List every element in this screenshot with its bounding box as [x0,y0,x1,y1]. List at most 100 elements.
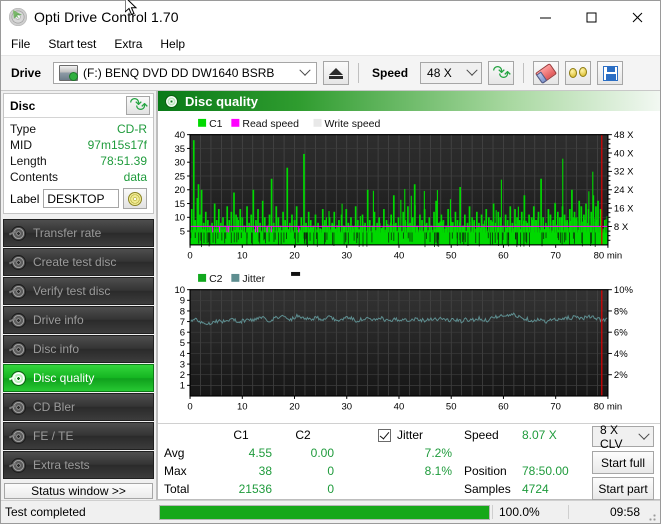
stats-max-c1: 38 [258,464,272,478]
disc-type-value: CD-R [117,122,147,136]
glasses-icon [569,67,588,79]
disc-row-type: Type CD-R [10,121,147,137]
sidebar-item-disc-info[interactable]: Disc info [3,335,154,363]
svg-text:4%: 4% [614,348,628,359]
statistics-panel: C1 C2 Avg 4.55 0.00 Max 38 0 Total 21536… [158,423,660,500]
sidebar: Disc ↷ ↷ Type CD-R MID 97m15s17f Length … [1,91,157,500]
chevron-down-icon [635,427,653,447]
c1-chart[interactable]: C1 Read speed Write speed 5 10 15 20 25 30 35 40 8 … [160,113,656,270]
svg-text:0: 0 [187,250,192,261]
samples-label: Samples [464,482,511,496]
svg-text:7: 7 [180,316,185,327]
jitter-checkbox[interactable] [378,428,391,442]
sidebar-item-verify-test-disc[interactable]: Verify test disc [3,277,154,305]
svg-text:50: 50 [446,401,457,412]
write-strategy-value: 8 X CLV [600,422,623,451]
disc-label-input[interactable]: DESKTOP [43,189,119,208]
svg-text:6: 6 [180,327,185,338]
speed-select[interactable]: 48 X [420,62,483,84]
svg-text:70: 70 [550,250,561,261]
menu-start-test[interactable]: Start test [48,35,105,53]
sidebar-item-cd-bler[interactable]: CD Bler [3,393,154,421]
maximize-button[interactable] [568,1,614,33]
sidebar-item-label: Drive info [33,313,84,327]
sidebar-item-transfer-rate[interactable]: Transfer rate [3,219,154,247]
scan-controls: 8 X CLV Start full Start part [592,423,660,500]
stats-total-c1: 21536 [238,482,272,496]
minimize-button[interactable] [522,1,568,33]
close-button[interactable] [614,1,660,33]
sidebar-item-drive-info[interactable]: Drive info [3,306,154,334]
status-window-button[interactable]: Status window >> [4,483,153,499]
jitter-label: Jitter [397,428,424,442]
menu-help[interactable]: Help [160,35,194,53]
stats-row-total: Total 21536 0 [164,480,370,498]
stats-header-row: C1 C2 [164,426,370,444]
svg-text:5: 5 [180,226,185,237]
disc-type-label: Type [10,122,37,136]
disc-label-row: Label DESKTOP [10,188,147,209]
svg-text:40: 40 [174,129,185,140]
c2-jitter-chart[interactable]: C2 Jitter 1 2 3 4 5 6 7 8 9 10 2% 4% 6% 8% 10% 0 10 20 30 40 5… [160,270,656,423]
progress-fill [160,505,489,519]
stats-col-c2: C2 [295,428,311,442]
panel-title: Disc quality [185,93,258,109]
svg-text:40: 40 [394,401,405,412]
svg-text:5: 5 [180,338,185,349]
disc-icon [11,428,26,444]
jitter-checkbox-row[interactable]: Jitter [370,426,458,444]
disc-row-mid: MID 97m15s17f [10,137,147,153]
start-part-button[interactable]: Start part [592,477,654,500]
sidebar-item-label: Create test disc [33,255,117,269]
disc-panel-header: Disc ↷ ↷ [4,94,153,118]
sidebar-item-label: Extra tests [33,458,90,472]
sidebar-item-create-test-disc[interactable]: Create test disc [3,248,154,276]
save-button[interactable] [597,61,624,85]
svg-text:35: 35 [174,143,185,154]
speed-select-value: 48 X [427,66,452,80]
resize-grip[interactable] [646,501,660,523]
svg-text:60: 60 [498,401,509,412]
write-strategy-select[interactable]: 8 X CLV [592,423,654,451]
svg-text:48 X: 48 X [614,129,634,140]
svg-text:15: 15 [174,198,185,209]
disc-icon [11,225,26,241]
disc-length-label: Length [10,154,47,168]
erase-button[interactable] [533,61,560,85]
drive-select[interactable]: (F:) BENQ DVD DD DW1640 BSRB [53,62,318,84]
svg-text:8%: 8% [614,306,628,317]
sidebar-item-label: CD Bler [33,400,76,414]
svg-text:10: 10 [237,401,248,412]
sidebar-item-extra-tests[interactable]: Extra tests [3,451,154,479]
jitter-avg-value: 7.2% [424,446,452,460]
svg-text:Write speed: Write speed [325,119,381,130]
status-message: Test completed [5,505,86,519]
disc-contents-label: Contents [10,170,59,184]
sidebar-item-disc-quality[interactable]: Disc quality [3,364,154,392]
eject-button[interactable] [323,61,350,85]
disc-label-button[interactable] [123,188,147,209]
menu-extra[interactable]: Extra [114,35,151,53]
progress-bar [159,504,490,520]
sidebar-item-label: Disc quality [33,371,95,385]
jitter-total-value [370,480,458,498]
speed-value: 8.07 X [522,428,557,442]
sidebar-item-label: FE / TE [33,429,74,443]
scan-button[interactable] [565,61,592,85]
sidebar-item-fe-te[interactable]: FE / TE [3,422,154,450]
start-full-button[interactable]: Start full [592,451,654,474]
stats-col-c1: C1 [233,428,249,442]
svg-text:10%: 10% [614,285,634,296]
disc-refresh-button[interactable]: ↷ ↷ [126,96,150,115]
speed-label: Speed [464,428,499,442]
toolbar: Drive (F:) BENQ DVD DD DW1640 BSRB Speed… [1,56,660,91]
drive-select-value: (F:) BENQ DVD DD DW1640 BSRB [83,66,275,80]
window-title: Opti Drive Control 1.70 [34,9,179,25]
toolbar-divider [358,63,360,83]
menu-file[interactable]: File [11,35,39,53]
content-area: Disc ↷ ↷ Type CD-R MID 97m15s17f Length … [1,91,660,500]
svg-text:70: 70 [550,401,561,412]
svg-text:30: 30 [174,157,185,168]
refresh-button[interactable]: ↷ ↷ [488,61,515,85]
position-value: 78:50.00 [522,464,569,478]
